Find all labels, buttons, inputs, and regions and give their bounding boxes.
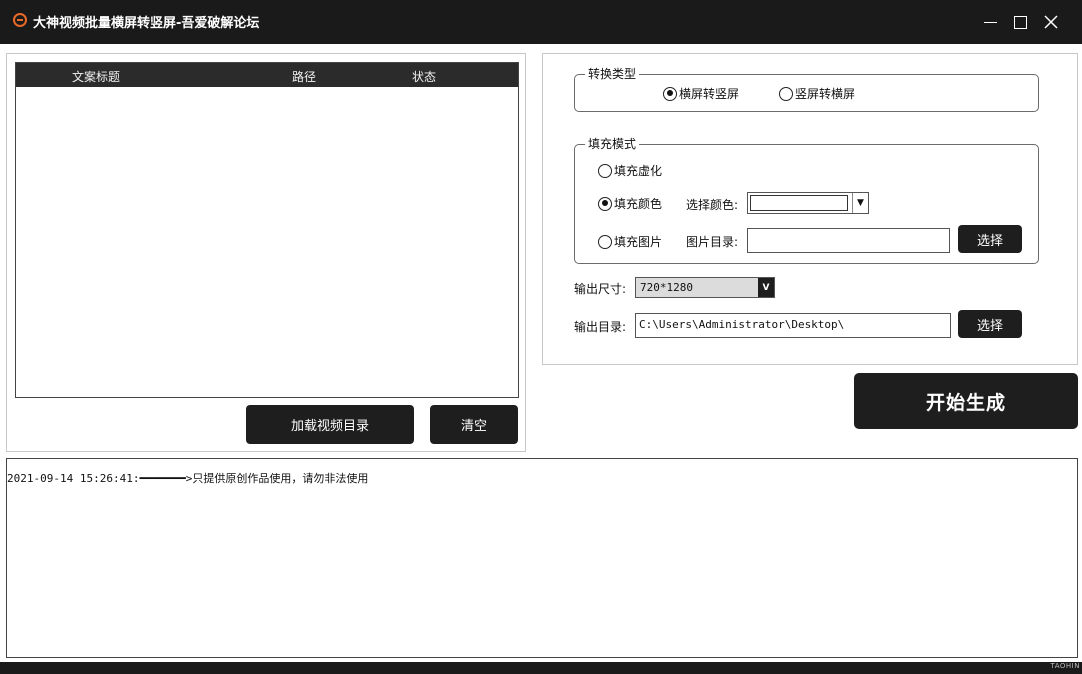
minimize-icon — [983, 21, 997, 23]
output-size-value: 720*1280 — [640, 281, 693, 294]
list-header: 文案标题 路径 状态 — [16, 63, 518, 87]
load-video-dir-button[interactable]: 加载视频目录 — [246, 405, 414, 444]
output-dir-input[interactable]: C:\Users\Administrator\Desktop\ — [635, 313, 951, 338]
radio-selected-icon — [663, 86, 677, 101]
radio-fill-blur[interactable]: 填充虚化 — [598, 162, 662, 179]
radio-label: 填充图片 — [614, 235, 663, 249]
color-dropdown[interactable]: ▼ — [747, 192, 869, 214]
fill-mode-legend: 填充模式 — [585, 137, 640, 151]
close-icon — [1044, 15, 1058, 29]
radio-unselected-icon — [598, 234, 612, 249]
clear-button[interactable]: 清空 — [430, 405, 518, 444]
log-line: 2021-09-14 15:26:41:━━━━━━━>只提供原创作品使用，请勿… — [7, 472, 369, 485]
radio-label: 填充颜色 — [614, 197, 663, 211]
image-dir-input[interactable] — [747, 228, 950, 253]
minimize-button[interactable] — [977, 10, 1003, 34]
radio-unselected-icon — [598, 163, 612, 178]
settings-panel: 转换类型 横屏转竖屏 竖屏转横屏 填充模式 填充虚化 填充颜色 选择颜色: ▼ … — [542, 53, 1078, 365]
fill-mode-group: 填充模式 填充虚化 填充颜色 选择颜色: ▼ 填充图片 图片目录: 选择 — [574, 137, 1039, 264]
video-list-panel: 文案标题 路径 状态 加载视频目录 清空 — [6, 53, 526, 452]
radio-landscape-to-portrait[interactable]: 横屏转竖屏 — [663, 85, 739, 102]
maximize-button[interactable] — [1007, 10, 1033, 34]
output-size-dropdown[interactable]: 720*1280 V — [635, 277, 775, 298]
title-bar: 大神视频批量横屏转竖屏-吾爱破解论坛 — [0, 0, 1082, 44]
choose-color-label: 选择颜色: — [686, 198, 739, 212]
watermark: TAOHIN — [1050, 662, 1080, 670]
image-dir-label: 图片目录: — [686, 235, 739, 249]
radio-label: 填充虚化 — [614, 164, 663, 178]
radio-fill-color[interactable]: 填充颜色 — [598, 195, 662, 212]
radio-portrait-to-landscape[interactable]: 竖屏转横屏 — [779, 85, 855, 102]
chevron-down-icon[interactable]: V — [758, 278, 774, 297]
start-generate-button[interactable]: 开始生成 — [854, 373, 1078, 429]
choose-output-dir-button[interactable]: 选择 — [958, 310, 1022, 338]
convert-type-group: 转换类型 横屏转竖屏 竖屏转横屏 — [574, 67, 1039, 112]
color-swatch — [750, 195, 848, 211]
maximize-icon — [1013, 15, 1027, 29]
window-title: 大神视频批量横屏转竖屏-吾爱破解论坛 — [33, 16, 260, 31]
output-dir-label: 输出目录: — [574, 320, 627, 334]
column-header-status[interactable]: 状态 — [412, 68, 436, 85]
radio-label: 横屏转竖屏 — [679, 87, 740, 101]
convert-type-legend: 转换类型 — [585, 67, 640, 81]
radio-label: 竖屏转横屏 — [795, 87, 856, 101]
output-size-label: 输出尺寸: — [574, 282, 627, 296]
radio-unselected-icon — [779, 86, 793, 101]
log-output[interactable]: 2021-09-14 15:26:41:━━━━━━━>只提供原创作品使用，请勿… — [6, 458, 1078, 658]
radio-selected-icon — [598, 196, 612, 211]
choose-image-dir-button[interactable]: 选择 — [958, 225, 1022, 253]
chevron-down-icon[interactable]: ▼ — [852, 193, 868, 213]
radio-fill-image[interactable]: 填充图片 — [598, 233, 662, 250]
column-header-path[interactable]: 路径 — [292, 68, 316, 85]
app-logo-icon — [13, 13, 27, 27]
column-header-title[interactable]: 文案标题 — [72, 68, 120, 85]
close-button[interactable] — [1038, 10, 1064, 34]
status-bar: TAOHIN — [0, 662, 1082, 674]
video-list[interactable]: 文案标题 路径 状态 — [15, 62, 519, 398]
